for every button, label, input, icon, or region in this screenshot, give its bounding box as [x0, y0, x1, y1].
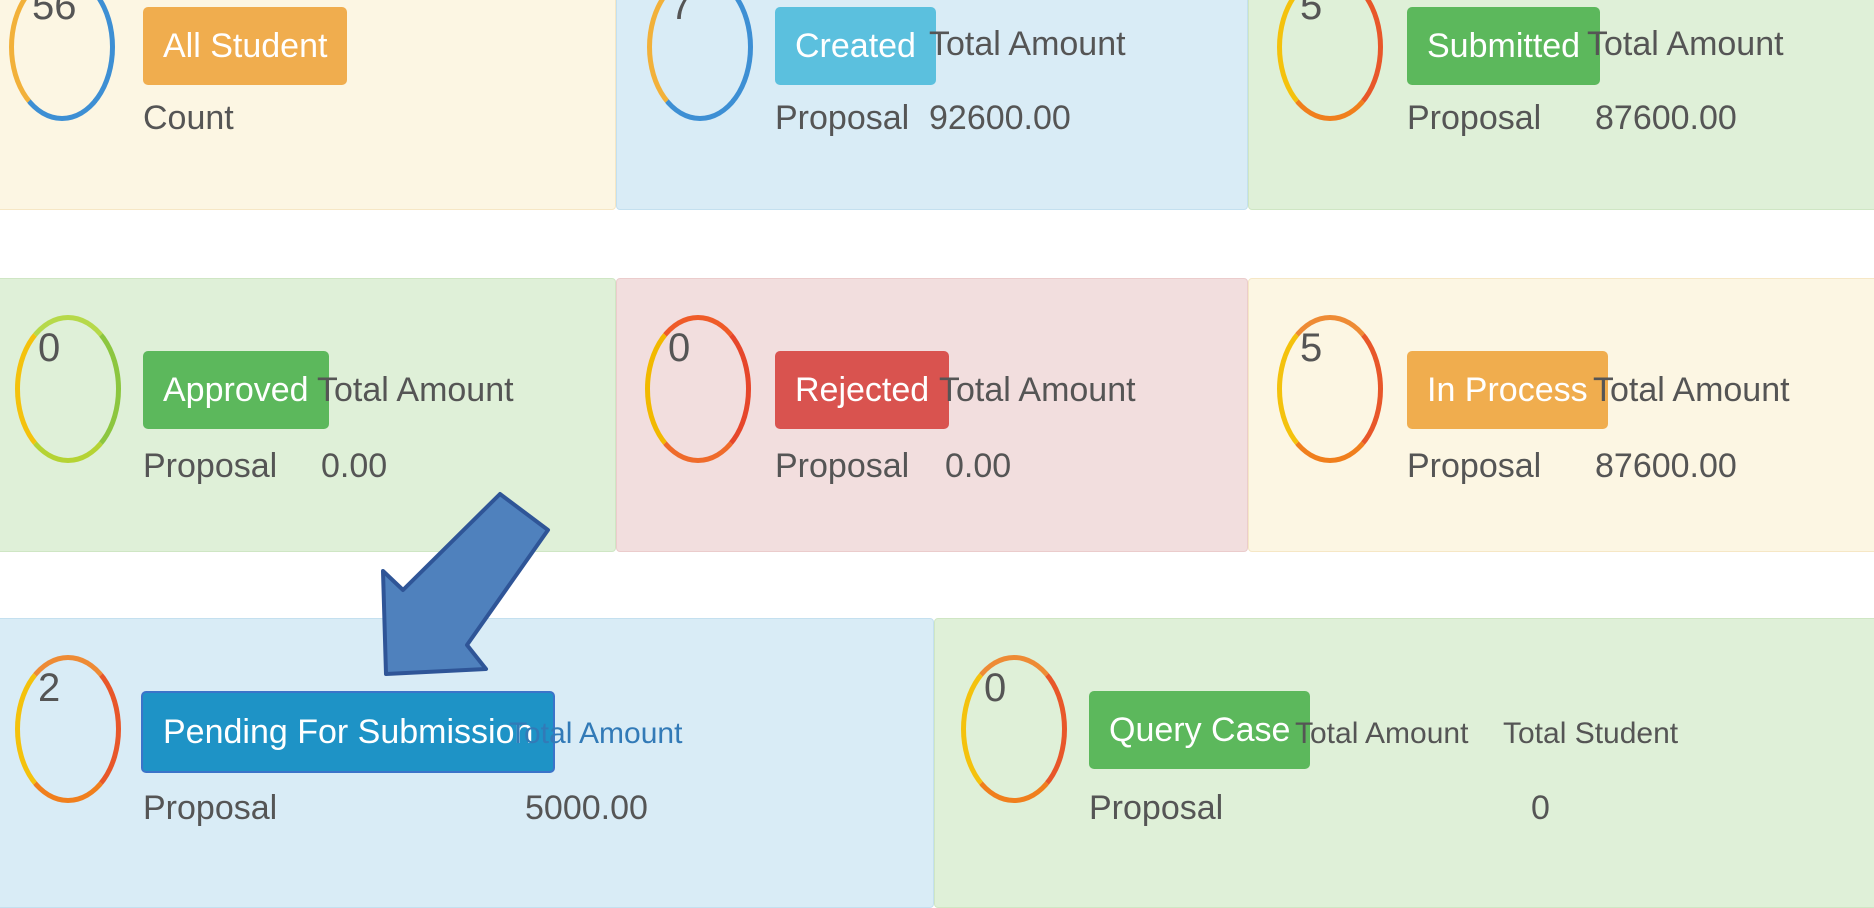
approved-button[interactable]: Approved [143, 351, 329, 429]
created-button[interactable]: Created [775, 7, 936, 85]
count-value: 5 [1300, 0, 1323, 28]
total-amount-label: Total Amount [509, 717, 683, 750]
amount-value: 87600.00 [1595, 447, 1737, 485]
count-value: 56 [32, 0, 77, 28]
count-value: 0 [668, 326, 691, 370]
count-ring: 0 [645, 315, 751, 463]
submitted-button[interactable]: Submitted [1407, 7, 1601, 85]
proposal-label: Proposal [775, 99, 910, 137]
proposal-label: Proposal [143, 789, 278, 827]
count-value: 0 [984, 666, 1007, 710]
total-amount-label: Total Amount [939, 371, 1136, 409]
proposal-label: Proposal [775, 447, 910, 485]
total-amount-label: Total Amount [317, 371, 514, 409]
count-ring: 0 [15, 315, 121, 463]
amount-value: 92600.00 [929, 99, 1071, 137]
count-value: 0 [38, 326, 61, 370]
card-created: 7 Created Total Amount Proposal 92600.00 [616, 0, 1248, 210]
all-student-button[interactable]: All Student [143, 7, 348, 85]
count-value: 5 [1300, 326, 1323, 370]
total-amount-label: Total Amount [1587, 25, 1784, 63]
proposal-label: Proposal [1407, 99, 1542, 137]
card-rejected: 0 Rejected Total Amount Proposal 0.00 [616, 278, 1248, 552]
proposal-label: Proposal [143, 447, 278, 485]
count-ring: 56 [9, 0, 115, 121]
count-ring: 5 [1277, 315, 1383, 463]
amount-value: 0.00 [945, 447, 1012, 485]
count-ring: 2 [15, 655, 121, 803]
query-case-button[interactable]: Query Case [1089, 691, 1311, 769]
amount-value: 0 [1531, 789, 1550, 827]
count-caption: Count [143, 99, 234, 137]
card-submitted: 5 Submitted Total Amount Proposal 87600.… [1248, 0, 1874, 210]
proposal-label: Proposal [1407, 447, 1542, 485]
count-value: 7 [670, 0, 693, 28]
count-ring: 7 [647, 0, 753, 121]
in-process-button[interactable]: In Process [1407, 351, 1608, 429]
callout-arrow-icon [381, 492, 550, 676]
total-student-label: Total Student [1503, 717, 1679, 750]
count-ring: 5 [1277, 0, 1383, 121]
card-in-process: 5 In Process Total Amount Proposal 87600… [1248, 278, 1874, 552]
total-amount-label: Total Amount [929, 25, 1126, 63]
pending-for-submission-button[interactable]: Pending For Submission [141, 691, 556, 773]
card-all-student: 56 All Student Count [0, 0, 616, 210]
total-amount-label: Total Amount [1295, 717, 1469, 750]
amount-value: 87600.00 [1595, 99, 1737, 137]
total-amount-label: Total Amount [1593, 371, 1790, 409]
amount-value: 5000.00 [525, 789, 648, 827]
amount-value: 0.00 [321, 447, 388, 485]
count-ring: 0 [961, 655, 1067, 803]
rejected-button[interactable]: Rejected [775, 351, 950, 429]
card-query-case: 0 Query Case Total Amount Total Student … [934, 618, 1874, 908]
count-value: 2 [38, 666, 61, 710]
proposal-label: Proposal [1089, 789, 1224, 827]
